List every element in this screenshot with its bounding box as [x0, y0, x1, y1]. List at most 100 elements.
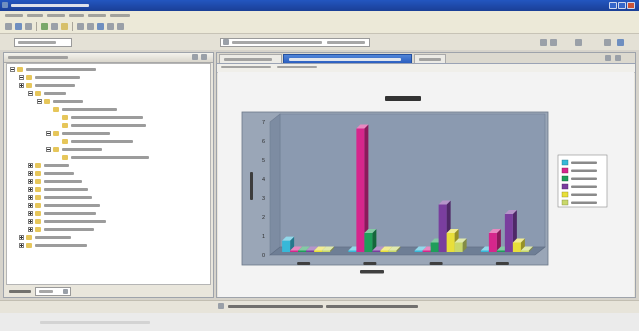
project-tree[interactable] [6, 63, 211, 285]
menu-item[interactable] [47, 14, 65, 17]
x-tick-label [297, 262, 311, 265]
bar [414, 250, 423, 252]
tree-item[interactable] [7, 98, 207, 106]
minimize-icon[interactable] [609, 2, 617, 9]
tree-item[interactable] [7, 210, 207, 218]
folder-icon [62, 123, 68, 128]
location-field[interactable] [220, 38, 370, 47]
debug-icon[interactable] [51, 23, 58, 30]
tree-item-label [71, 140, 133, 143]
tree-item-label [44, 204, 100, 207]
folder-icon [35, 179, 41, 184]
tree-item[interactable] [7, 226, 207, 234]
expand-icon[interactable] [28, 203, 33, 208]
editor-tab-active[interactable] [283, 54, 412, 63]
tree-item[interactable] [7, 114, 207, 122]
settings-icon[interactable] [117, 23, 124, 30]
run-icon[interactable] [41, 23, 48, 30]
maximize-icon[interactable] [201, 54, 207, 60]
bar [306, 250, 315, 252]
perspective-combo[interactable] [14, 38, 72, 47]
layout-icon[interactable] [575, 39, 582, 46]
expand-icon[interactable] [28, 219, 33, 224]
expand-icon[interactable] [19, 235, 24, 240]
print-icon[interactable] [25, 23, 32, 30]
tree-item[interactable] [7, 82, 207, 90]
tree-item[interactable] [7, 218, 207, 226]
expand-icon[interactable] [28, 195, 33, 200]
tree-item[interactable] [7, 154, 207, 162]
expand-icon[interactable] [19, 83, 24, 88]
menu-item[interactable] [110, 14, 130, 17]
app-icon [2, 2, 8, 8]
minimize-icon[interactable] [192, 54, 198, 60]
close-icon[interactable] [627, 2, 635, 9]
folder-icon[interactable] [61, 23, 68, 30]
maximize-icon[interactable] [618, 2, 626, 9]
forward-icon[interactable] [87, 23, 94, 30]
tree-item[interactable] [7, 90, 207, 98]
tree-item[interactable] [7, 194, 207, 202]
bar [504, 214, 513, 252]
refresh-icon[interactable] [107, 23, 114, 30]
perspective-icon[interactable] [617, 39, 624, 46]
tree-item[interactable] [7, 130, 207, 138]
search-icon[interactable] [97, 23, 104, 30]
tree-item[interactable] [7, 138, 207, 146]
collapse-icon[interactable] [28, 91, 33, 96]
menu-item[interactable] [69, 14, 84, 17]
expand-icon[interactable] [28, 163, 33, 168]
perspective-icon[interactable] [604, 39, 611, 46]
legend-swatch [561, 183, 569, 190]
nav-icon[interactable] [540, 39, 547, 46]
tree-item[interactable] [7, 162, 207, 170]
footer-combo[interactable] [35, 287, 71, 296]
collapse-icon[interactable] [10, 67, 15, 72]
collapse-icon[interactable] [19, 75, 24, 80]
tree-item[interactable] [7, 122, 207, 130]
expand-icon[interactable] [19, 243, 24, 248]
tree-item-label [44, 220, 106, 223]
tree-item-label [71, 116, 143, 119]
tree-item[interactable] [7, 234, 207, 242]
expand-icon[interactable] [28, 187, 33, 192]
nav-icon[interactable] [550, 39, 557, 46]
folder-icon [53, 107, 59, 112]
back-icon[interactable] [77, 23, 84, 30]
tree-item-label [62, 108, 117, 111]
expand-icon[interactable] [28, 211, 33, 216]
collapse-icon[interactable] [37, 99, 42, 104]
tree-item[interactable] [7, 66, 207, 74]
expand-icon[interactable] [28, 171, 33, 176]
tree-item[interactable] [7, 106, 207, 114]
collapse-icon[interactable] [46, 147, 51, 152]
folder-icon [26, 235, 32, 240]
status-text [228, 305, 323, 308]
legend-swatch [561, 175, 569, 182]
tree-item[interactable] [7, 202, 207, 210]
menu-item[interactable] [27, 14, 43, 17]
bar [512, 242, 521, 252]
save-icon[interactable] [15, 23, 22, 30]
tree-item[interactable] [7, 178, 207, 186]
new-icon[interactable] [5, 23, 12, 30]
tree-item[interactable] [7, 242, 207, 250]
tree-item[interactable] [7, 74, 207, 82]
tree-item-label [35, 76, 80, 79]
folder-icon [62, 115, 68, 120]
tree-item[interactable] [7, 146, 207, 154]
expand-icon[interactable] [28, 227, 33, 232]
tree-item[interactable] [7, 170, 207, 178]
bar [430, 242, 439, 252]
menu-item[interactable] [5, 14, 23, 17]
tree-item[interactable] [7, 186, 207, 194]
maximize-icon[interactable] [615, 55, 621, 61]
editor-tab[interactable] [219, 54, 282, 63]
editor-tab[interactable] [414, 54, 446, 63]
window-title [11, 4, 89, 7]
bar [496, 250, 505, 252]
collapse-icon[interactable] [46, 131, 51, 136]
expand-icon[interactable] [28, 179, 33, 184]
menu-item[interactable] [88, 14, 106, 17]
minimize-icon[interactable] [605, 55, 611, 61]
